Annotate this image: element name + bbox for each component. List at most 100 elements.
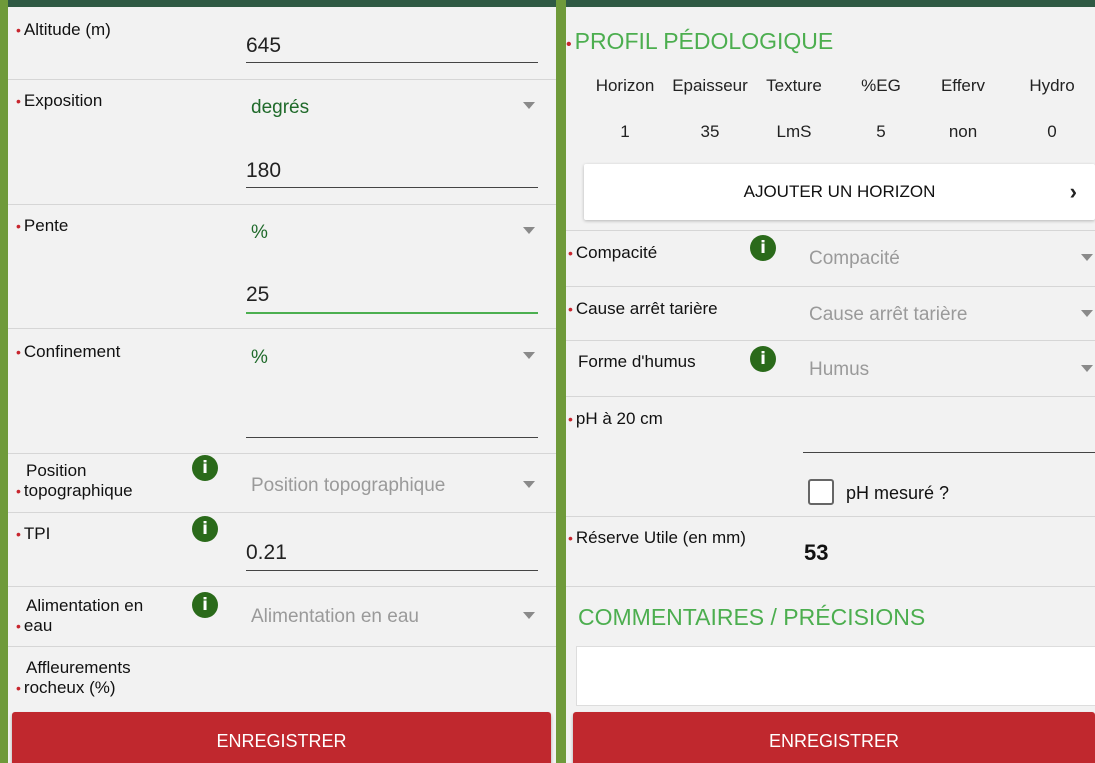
required-dot: • — [566, 36, 572, 53]
divider — [8, 328, 556, 329]
add-horizon-label: AJOUTER UN HORIZON — [743, 182, 936, 201]
commentaires-section-title: COMMENTAIRES / PRÉCISIONS — [578, 604, 926, 630]
pente-input[interactable]: 25 — [246, 283, 269, 307]
caret-down-icon[interactable] — [1081, 365, 1093, 372]
divider — [8, 586, 556, 587]
info-icon[interactable]: i — [192, 516, 218, 542]
required-dot: • — [16, 526, 21, 542]
caret-down-icon[interactable] — [523, 102, 535, 109]
table-cell: 0 — [1047, 122, 1057, 141]
position-topo-label: Position • topographique — [16, 461, 133, 500]
ph-measured-label: pH mesuré ? — [846, 483, 950, 503]
table-header: Horizon — [595, 76, 655, 95]
altitude-input[interactable]: 645 — [246, 34, 281, 58]
top-bar — [8, 0, 556, 7]
confinement-underline — [246, 437, 538, 438]
exposition-unit-select[interactable]: degrés — [251, 97, 309, 119]
table-cell: non — [948, 122, 978, 141]
required-dot: • — [16, 618, 21, 634]
divider — [566, 286, 1095, 287]
alimentation-label-line1: Alimentation en — [26, 596, 144, 615]
reserve-value: 53 — [804, 540, 829, 565]
table-header: Hydro — [1029, 76, 1075, 95]
divider — [8, 79, 556, 80]
table-header: Efferv — [940, 76, 986, 95]
tpi-input[interactable]: 0.21 — [246, 541, 287, 565]
table-cell: 5 — [876, 122, 886, 141]
top-bar — [566, 0, 1095, 7]
alimentation-select[interactable]: Alimentation en eau — [251, 606, 419, 628]
pente-label: • Pente — [16, 216, 69, 235]
right-form-panel: • PROFIL PÉDOLOGIQUE Horizon Epaisseur Te… — [566, 0, 1095, 763]
alimentation-label: Alimentation en • eau — [16, 596, 144, 635]
humus-label: Forme d'humus — [578, 352, 696, 371]
divider — [8, 453, 556, 454]
divider — [8, 512, 556, 513]
caret-down-icon[interactable] — [1081, 310, 1093, 317]
divider — [566, 396, 1095, 397]
reserve-label: • Réserve Utile (en mm) — [568, 528, 746, 547]
required-dot: • — [16, 344, 21, 360]
exposition-label: • Exposition — [16, 91, 103, 110]
required-dot: • — [568, 530, 573, 546]
left-form-panel: • Altitude (m) 645 • Exposition degrés 180… — [8, 0, 556, 763]
altitude-underline — [246, 62, 538, 63]
table-cell: LmS — [776, 122, 812, 141]
divider — [8, 646, 556, 647]
affleurements-label-line1: Affleurements — [26, 658, 131, 677]
save-button[interactable]: ENREGISTRER — [573, 712, 1095, 763]
humus-select[interactable]: Humus — [809, 359, 869, 381]
position-topo-select[interactable]: Position topographique — [251, 475, 445, 497]
position-topo-label-line1: Position — [26, 461, 87, 480]
cause-arret-label: • Cause arrêt tarière — [568, 299, 718, 318]
divider — [8, 204, 556, 205]
commentaires-input[interactable] — [576, 646, 1095, 706]
caret-down-icon[interactable] — [523, 352, 535, 359]
table-cell: 1 — [620, 122, 630, 141]
divider — [566, 586, 1095, 587]
required-dot: • — [16, 483, 21, 499]
required-dot: • — [16, 680, 21, 696]
compacite-select[interactable]: Compacité — [809, 248, 900, 270]
confinement-label: • Confinement — [16, 342, 121, 361]
divider — [566, 516, 1095, 517]
caret-down-icon[interactable] — [523, 612, 535, 619]
pente-underline-focused — [246, 312, 538, 314]
table-header: Texture — [766, 76, 822, 95]
ph-label: • pH à 20 cm — [568, 409, 663, 428]
save-button[interactable]: ENREGISTRER — [12, 712, 551, 763]
info-icon[interactable]: i — [750, 235, 776, 261]
info-icon[interactable]: i — [192, 455, 218, 481]
pente-unit-select[interactable]: % — [251, 222, 268, 244]
exposition-underline — [246, 187, 538, 188]
table-header: Epaisseur — [672, 76, 748, 95]
divider — [566, 230, 1095, 231]
required-dot: • — [568, 245, 573, 261]
confinement-unit-select[interactable]: % — [251, 347, 268, 369]
cause-arret-select[interactable]: Cause arrêt tarière — [809, 304, 967, 326]
table-header: %EG — [861, 76, 901, 95]
info-icon[interactable]: i — [192, 592, 218, 618]
divider — [566, 340, 1095, 341]
ph-measured-checkbox[interactable] — [808, 479, 834, 505]
required-dot: • — [16, 22, 21, 38]
ph-underline — [803, 452, 1095, 453]
caret-down-icon[interactable] — [1081, 254, 1093, 261]
exposition-input[interactable]: 180 — [246, 159, 281, 183]
required-dot: • — [568, 301, 573, 317]
required-dot: • — [16, 93, 21, 109]
caret-down-icon[interactable] — [523, 481, 535, 488]
chevron-right-icon: › — [1069, 179, 1077, 204]
caret-down-icon[interactable] — [523, 227, 535, 234]
tpi-underline — [246, 570, 538, 571]
table-cell: 35 — [700, 122, 720, 141]
required-dot: • — [568, 411, 573, 427]
tpi-label: • TPI — [16, 524, 51, 543]
info-icon[interactable]: i — [750, 346, 776, 372]
compacite-label: • Compacité — [568, 243, 658, 262]
altitude-label: • Altitude (m) — [16, 20, 111, 39]
affleurements-label: Affleurements • rocheux (%) — [16, 658, 131, 697]
add-horizon-button[interactable]: AJOUTER UN HORIZON › — [584, 164, 1095, 220]
required-dot: • — [16, 218, 21, 234]
profil-section-title: • PROFIL PÉDOLOGIQUE — [566, 28, 834, 54]
